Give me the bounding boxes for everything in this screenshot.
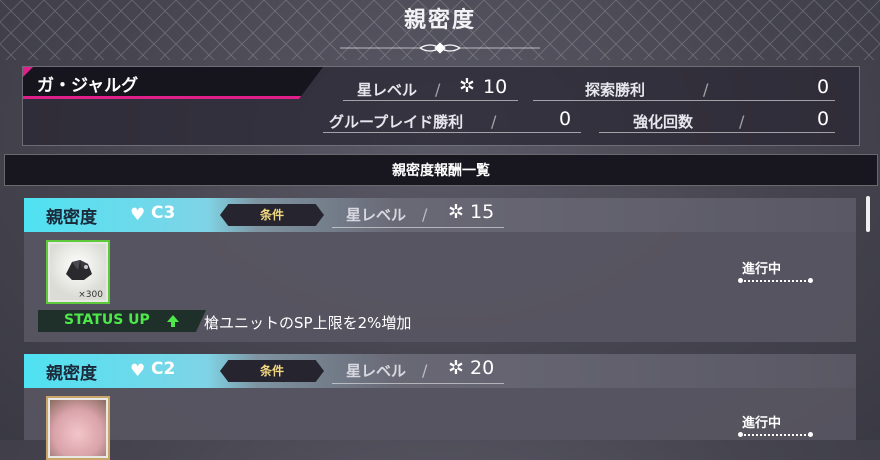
reward-item-icon[interactable]: ×300 [46, 240, 110, 304]
progress-dot-end [808, 432, 813, 437]
divider-slash: / [422, 205, 428, 224]
progress-status: 進行中 [742, 262, 782, 277]
page-title: 親密度 [403, 8, 476, 33]
divider-slash: / [703, 80, 709, 99]
divider-line [332, 383, 504, 384]
status-up-label: STATUS UP [64, 312, 150, 328]
condition-label: 星レベル [346, 362, 407, 380]
star-level-value: 10 [483, 76, 508, 98]
enhance-count-label: 強化回数 [633, 113, 694, 131]
progress-status: 進行中 [742, 416, 782, 431]
reward-card-header: 親密度 ♥ C3 条件 星レベル / ✲ 15 [24, 198, 856, 232]
name-tab: ガ・ジャルグ [23, 67, 323, 99]
ore-icon [66, 260, 92, 280]
progress-track [740, 434, 810, 438]
heart-icon: ♥ [130, 361, 146, 381]
progress-dot-end [808, 278, 813, 283]
profile-panel: ガ・ジャルグ 星レベル / ✲ 10 探索勝利 / 0 グループレイド勝利 / … [22, 66, 860, 146]
reward-list-title: 親密度報酬一覧 [392, 163, 490, 179]
condition-label: 星レベル [346, 206, 407, 224]
reward-item-art [50, 400, 106, 456]
character-name: ガ・ジャルグ [37, 76, 139, 96]
star-level-label: 星レベル [357, 81, 418, 99]
reward-item-art: ×300 [50, 244, 106, 300]
name-corner-accent [23, 67, 33, 77]
reward-list-header: 親密度報酬一覧 [4, 154, 878, 186]
star-icon: ✲ [448, 201, 464, 223]
divider-slash: / [435, 80, 441, 99]
reward-card[interactable]: 親密度 ♥ C3 条件 星レベル / ✲ 15 ×300 進行中 STATUS … [24, 198, 856, 342]
scrollbar[interactable] [866, 196, 870, 232]
condition-badge: 条件 [220, 204, 324, 226]
star-icon: ✲ [448, 357, 464, 379]
divider-line [332, 227, 504, 228]
condition-value: 15 [470, 201, 495, 223]
divider-line [323, 132, 581, 133]
explore-wins-label: 探索勝利 [585, 81, 646, 99]
effect-description: 槍ユニットのSP上限を2%増加 [204, 314, 412, 332]
heart-icon: ♥ [130, 205, 146, 225]
divider-line [533, 100, 835, 101]
divider-slash: / [491, 112, 497, 131]
intimacy-rank: C2 [151, 359, 176, 379]
group-raid-wins-label: グループレイド勝利 [329, 113, 464, 131]
intimacy-rank: C3 [151, 203, 176, 223]
condition-badge: 条件 [220, 360, 324, 382]
reward-card[interactable]: 親密度 ♥ C2 条件 星レベル / ✲ 20 進行中 [24, 354, 856, 460]
reward-item-icon[interactable] [46, 396, 110, 460]
item-quantity: ×300 [78, 290, 103, 300]
divider-slash: / [422, 361, 428, 380]
divider-line [599, 132, 835, 133]
reward-card-title: 親密度 [46, 364, 97, 384]
reward-card-header: 親密度 ♥ C2 条件 星レベル / ✲ 20 [24, 354, 856, 388]
status-up-banner: STATUS UP [38, 310, 206, 332]
enhance-count-value: 0 [817, 108, 830, 130]
star-icon: ✲ [459, 75, 475, 97]
divider-slash: / [739, 112, 745, 131]
explore-wins-value: 0 [817, 76, 830, 98]
condition-value: 20 [470, 357, 495, 379]
progress-dot-start [738, 278, 743, 283]
progress-dot-start [738, 432, 743, 437]
title-ornament [340, 42, 540, 54]
reward-card-title: 親密度 [46, 208, 97, 228]
arrow-up-icon [167, 315, 179, 327]
divider-line [343, 100, 518, 101]
progress-track [740, 280, 810, 284]
group-raid-wins-value: 0 [559, 108, 572, 130]
